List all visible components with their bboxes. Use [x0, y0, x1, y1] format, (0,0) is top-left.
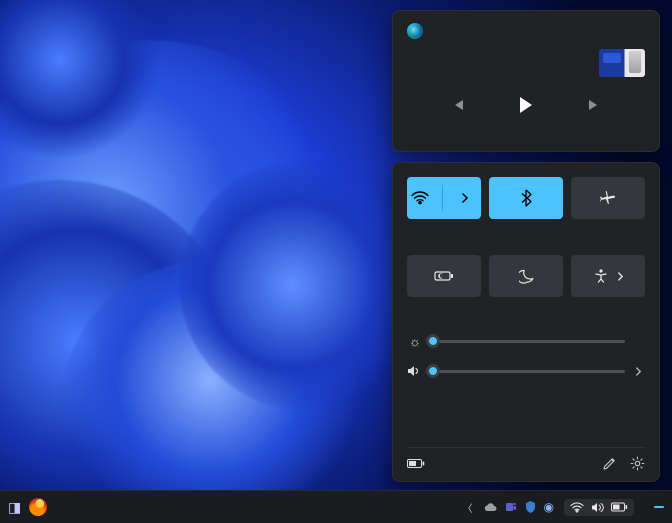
focus-assist-tile[interactable] [489, 255, 563, 297]
tray-icon-location[interactable]: ◉ [544, 500, 554, 514]
accessibility-icon [593, 268, 609, 284]
system-indicators-button[interactable] [564, 499, 634, 516]
tray-icon-onedrive[interactable] [483, 502, 497, 512]
moon-icon [519, 269, 534, 284]
battery-status[interactable] [407, 458, 431, 469]
media-thumbnail[interactable] [599, 49, 645, 77]
brightness-slider-row: ☼ [407, 333, 645, 349]
chevron-right-icon [635, 367, 642, 376]
open-settings-button[interactable] [630, 456, 645, 471]
battery-saver-tile[interactable] [407, 255, 481, 297]
notification-count-badge[interactable] [654, 506, 664, 508]
chevron-right-icon [461, 193, 469, 203]
battery-saver-icon [434, 270, 454, 282]
taskbar: ◨ 〈 ◉ [0, 490, 672, 523]
gear-icon [630, 456, 645, 471]
battery-icon [407, 458, 425, 469]
airplane-icon [599, 190, 617, 206]
accessibility-tile[interactable] [571, 255, 645, 297]
edit-quick-settings-button[interactable] [602, 457, 616, 471]
wifi-tile[interactable] [407, 177, 481, 219]
brightness-icon: ☼ [407, 334, 423, 349]
volume-slider[interactable] [433, 363, 625, 379]
wifi-icon [411, 191, 429, 205]
play-icon [520, 97, 532, 113]
bluetooth-tile[interactable] [489, 177, 563, 219]
chevron-right-icon [617, 272, 624, 281]
volume-slider-row [407, 363, 645, 379]
media-control-panel [392, 10, 660, 152]
media-source-row [407, 23, 645, 39]
tray-overflow-button[interactable]: 〈 [463, 500, 473, 515]
quick-settings-panel: ☼ [392, 162, 660, 482]
brightness-slider[interactable] [433, 333, 625, 349]
volume-icon [591, 502, 604, 513]
play-button[interactable] [516, 95, 536, 115]
pencil-icon [602, 457, 616, 471]
wifi-expand-button[interactable] [453, 193, 473, 203]
widgets-corner-button[interactable]: ◨ [6, 499, 23, 516]
next-track-button[interactable] [584, 95, 604, 115]
tray-icon-security[interactable] [525, 501, 536, 513]
airplane-mode-tile[interactable] [571, 177, 645, 219]
volume-output-button[interactable] [635, 367, 645, 376]
firefox-taskbar-button[interactable] [29, 498, 47, 516]
tray-icon-teams[interactable] [505, 501, 517, 513]
wifi-icon [570, 502, 584, 513]
system-tray: ◉ [483, 500, 554, 514]
volume-icon [407, 365, 423, 377]
bluetooth-icon [520, 189, 532, 207]
previous-track-button[interactable] [448, 95, 468, 115]
battery-icon [611, 502, 628, 512]
edge-icon [407, 23, 423, 39]
